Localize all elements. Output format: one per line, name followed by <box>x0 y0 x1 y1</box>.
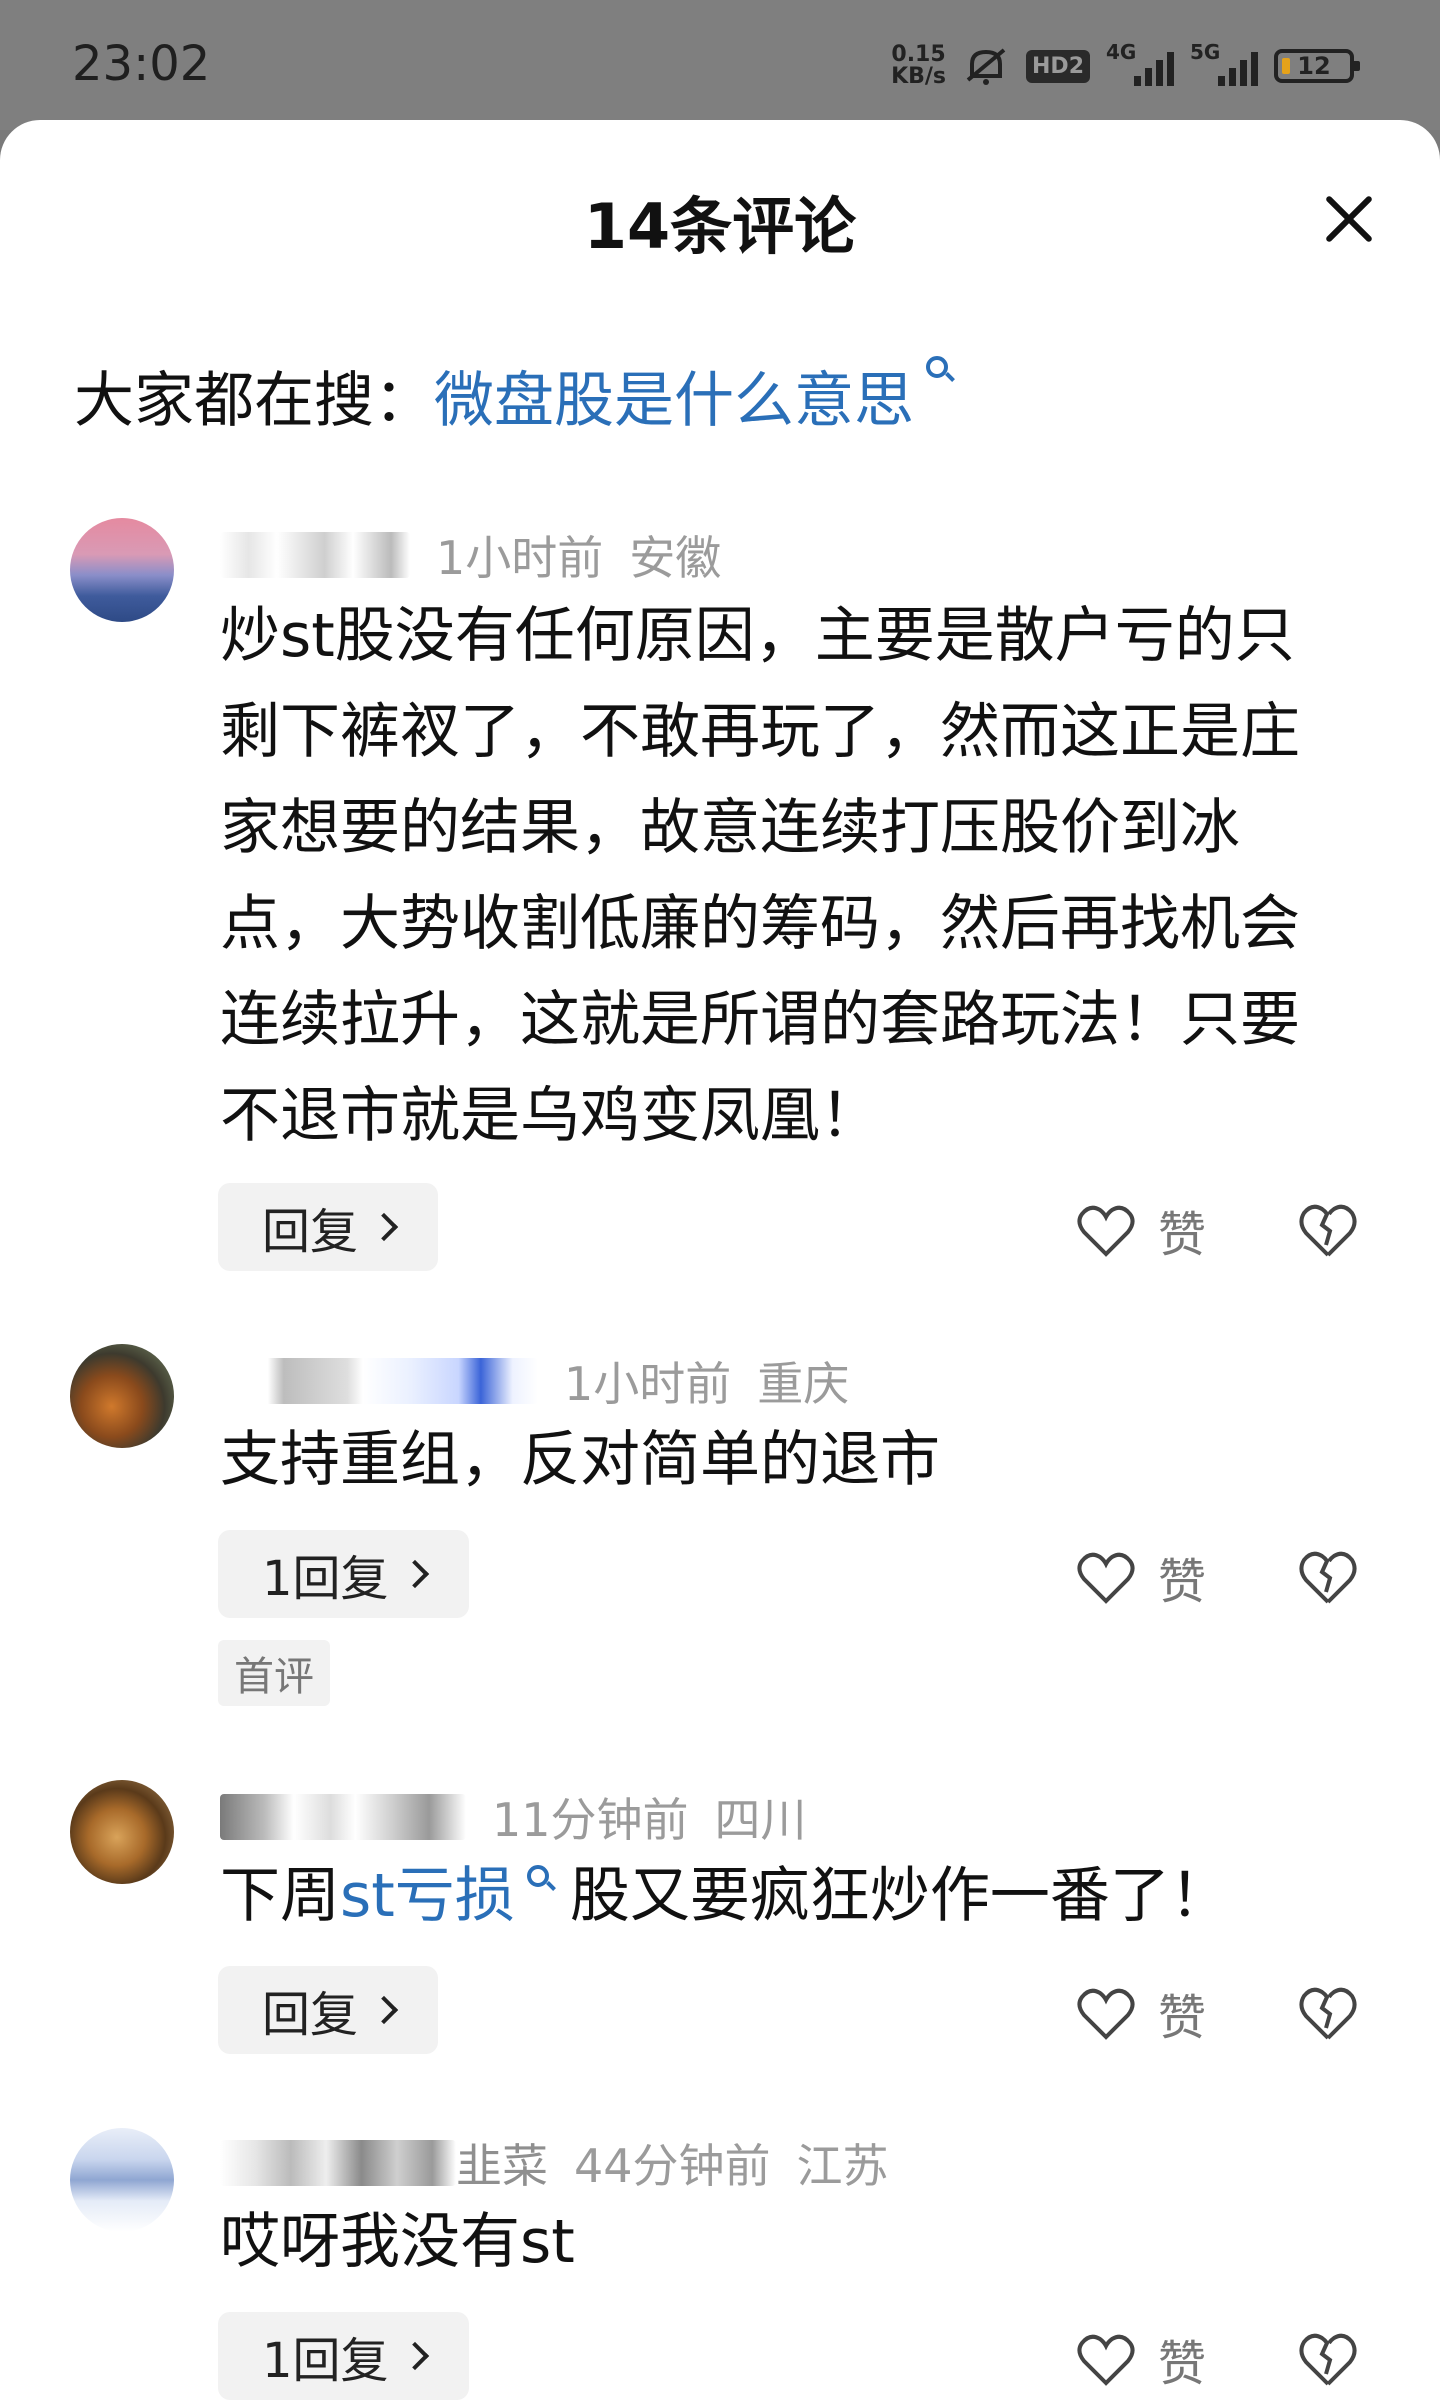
hot-search-prefix: 大家都在搜： <box>74 366 434 436</box>
status-time: 23:02 <box>72 36 211 92</box>
hot-search-link[interactable]: 微盘股是什么意思 <box>434 352 950 439</box>
comment-time: 44分钟前 <box>574 2139 771 2193</box>
comment-time: 1小时前 <box>564 1357 732 1411</box>
comment-text: 下周st亏损 股又要疯狂炒作一番了！ <box>220 1861 1230 1931</box>
comment-text: 支持重组，反对简单的退市 <box>220 1425 940 1495</box>
user-name-blurred[interactable] <box>220 1794 466 1840</box>
comment-meta: 1小时前 重庆 <box>220 1348 849 1414</box>
comments-count-title: 14条评论 <box>583 190 857 263</box>
avatar[interactable] <box>70 2128 174 2232</box>
battery-icon: 12 <box>1274 49 1360 83</box>
broken-heart-icon[interactable] <box>1296 2328 1360 2388</box>
avatar[interactable] <box>70 518 174 622</box>
close-icon[interactable] <box>1316 186 1380 250</box>
comments-sheet: 14条评论 大家都在搜： 微盘股是什么意思 1小时前 安徽 炒st股没有任何原因… <box>0 120 1440 2408</box>
mute-icon <box>966 48 1006 85</box>
reply-button[interactable]: 回复 <box>218 1966 439 2054</box>
comment-text: 哎呀我没有st <box>220 2207 575 2277</box>
user-name-blurred[interactable] <box>220 2140 456 2186</box>
comment-location: 重庆 <box>757 1357 850 1411</box>
comment-meta: 11分钟前 四川 <box>220 1784 807 1850</box>
search-icon <box>926 356 948 378</box>
comment-time: 1小时前 <box>436 531 604 585</box>
chevron-right-icon <box>369 1995 399 2025</box>
reply-button[interactable]: 1回复 <box>218 2312 469 2400</box>
chevron-right-icon <box>400 2341 429 2371</box>
signal-4g-icon: 4G <box>1106 40 1174 86</box>
reply-button[interactable]: 1回复 <box>218 1530 469 1618</box>
hd-badge: HD2 <box>1026 49 1090 83</box>
comment-text: 炒st股没有任何原因，主要是散户亏的只剩下裤衩了，不敢再玩了，然而这正是庄家想要… <box>220 601 1300 1151</box>
first-comment-tag: 首评 <box>218 1640 330 1706</box>
status-bar: 23:02 0.15 KB/s HD2 4G 5G 12 <box>0 0 1440 130</box>
comment-location: 安徽 <box>629 531 722 585</box>
heart-outline-icon <box>1077 1552 1135 1604</box>
comment-location: 江苏 <box>796 2139 889 2193</box>
like-button[interactable]: 赞 <box>1076 1542 1206 1612</box>
like-button[interactable]: 赞 <box>1076 2324 1206 2394</box>
broken-heart-icon[interactable] <box>1296 1982 1360 2042</box>
user-name-blurred[interactable] <box>220 1358 538 1404</box>
signal-5g-icon: 5G <box>1190 40 1258 86</box>
broken-heart-icon[interactable] <box>1296 1199 1360 1259</box>
comment-time: 11分钟前 <box>492 1793 689 1847</box>
comment-meta: 韭菜 44分钟前 江苏 <box>220 2130 889 2196</box>
broken-heart-icon[interactable] <box>1296 1546 1360 1606</box>
inline-search-link[interactable]: st亏损 <box>340 1861 551 1931</box>
heart-outline-icon <box>1077 1205 1135 1257</box>
search-icon <box>526 1865 549 1887</box>
chevron-right-icon <box>369 1212 399 1242</box>
hot-search-bar: 大家都在搜： 微盘股是什么意思 <box>74 352 950 439</box>
like-button[interactable]: 赞 <box>1076 1195 1206 1265</box>
chevron-right-icon <box>400 1559 429 1589</box>
user-name-blurred[interactable] <box>220 532 410 578</box>
like-button[interactable]: 赞 <box>1076 1978 1206 2048</box>
net-speed: 0.15 KB/s <box>891 42 947 89</box>
reply-button[interactable]: 回复 <box>218 1183 439 1271</box>
comment-meta: 1小时前 安徽 <box>220 522 721 588</box>
comment-location: 四川 <box>714 1793 807 1847</box>
heart-outline-icon <box>1077 2334 1135 2386</box>
status-icons: 0.15 KB/s HD2 4G 5G 12 <box>891 38 1360 94</box>
heart-outline-icon <box>1077 1988 1135 2040</box>
user-name-suffix: 韭菜 <box>456 2139 548 2193</box>
avatar[interactable] <box>70 1780 174 1884</box>
avatar[interactable] <box>70 1344 174 1448</box>
